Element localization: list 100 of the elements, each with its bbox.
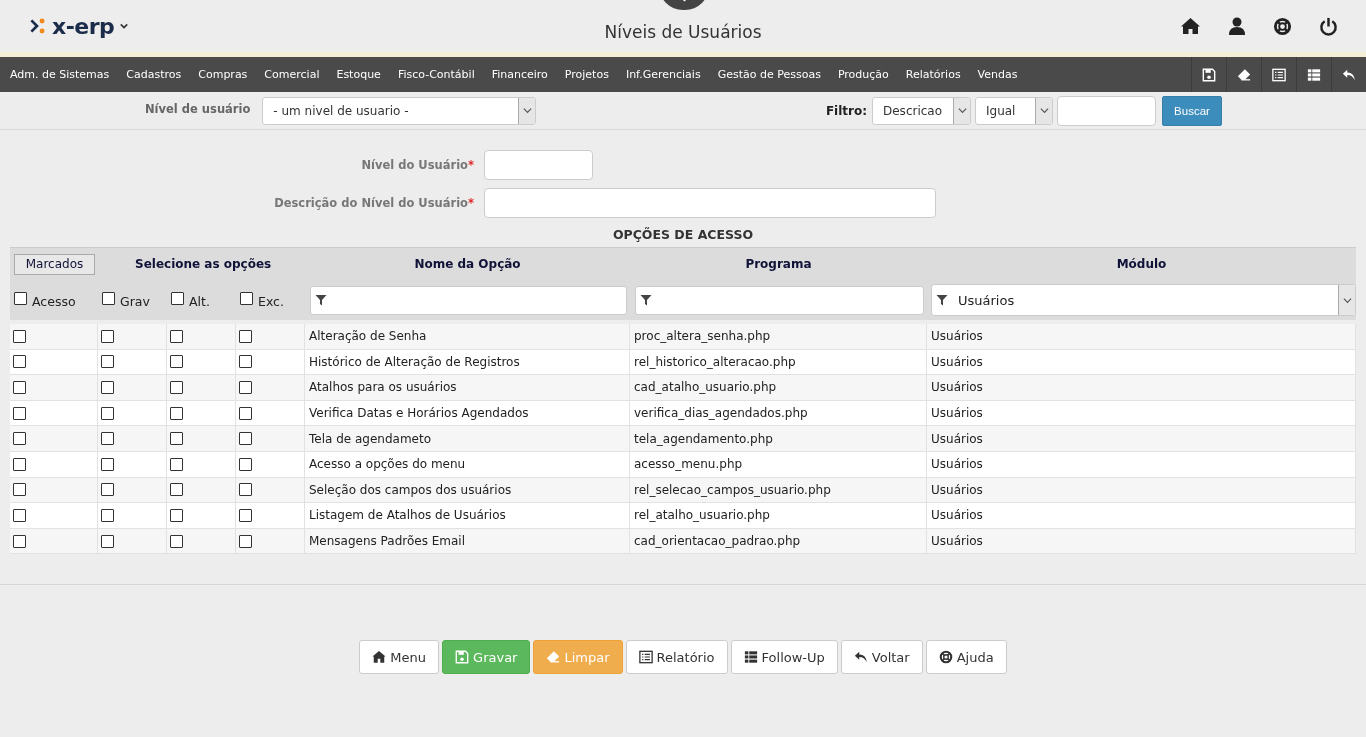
checkbox[interactable] (170, 355, 183, 369)
checkbox[interactable] (239, 534, 252, 548)
follow-up-button[interactable]: Follow-Up (730, 640, 838, 675)
operator-select[interactable]: Igual (975, 96, 1053, 125)
table-icon (1307, 67, 1321, 82)
checkbox[interactable] (101, 457, 114, 471)
checkbox[interactable] (239, 406, 252, 420)
home-icon[interactable] (1180, 17, 1201, 35)
checkbox[interactable] (101, 508, 114, 522)
field-select[interactable]: Descricao (872, 96, 971, 125)
checkbox[interactable] (170, 406, 183, 420)
menu-item[interactable]: Produção (829, 68, 898, 81)
table-cell: Listagem de Atalhos de Usuários (305, 503, 630, 528)
checkbox-label: Acesso (32, 293, 76, 309)
checkbox[interactable] (13, 329, 26, 343)
checkbox[interactable] (14, 291, 27, 305)
checkbox[interactable] (239, 457, 252, 471)
menu-item[interactable]: Relatórios (897, 68, 970, 81)
table-cell: Usuários (927, 451, 1356, 477)
eraser-icon (1237, 67, 1251, 82)
level-select[interactable]: - um nivel de usuario - (262, 96, 537, 125)
checkbox[interactable] (239, 483, 252, 497)
user-icon[interactable] (1228, 17, 1246, 35)
section-title: OPÇÕES DE ACESSO (612, 227, 754, 242)
checkbox[interactable] (170, 432, 183, 446)
checkbox[interactable] (13, 457, 26, 471)
menu-item[interactable]: Inf.Gerenciais (617, 68, 710, 81)
table-cell: rel_historico_alteracao.php (630, 349, 927, 375)
checkbox-label: Grav (120, 293, 150, 309)
checkbox[interactable] (101, 329, 114, 343)
checkbox[interactable] (239, 432, 252, 446)
checkbox[interactable] (239, 381, 252, 394)
checkbox[interactable] (240, 291, 253, 305)
column-header: Nome da Opção (414, 257, 521, 271)
checkbox[interactable] (170, 508, 183, 522)
checkbox[interactable] (171, 291, 184, 305)
menu-item[interactable]: Vendas (969, 68, 1026, 81)
reply-arrow-icon (1342, 67, 1356, 82)
name-filter-field[interactable] (310, 285, 627, 315)
table-cell: Usuários (927, 349, 1356, 375)
table-cell: Usuários (927, 477, 1356, 503)
menu-item[interactable]: Financeiro (483, 68, 557, 81)
menu-item[interactable]: Projetos (556, 68, 618, 81)
power-icon[interactable] (1319, 16, 1338, 36)
table-cell: tela_agendamento.php (630, 426, 927, 451)
level-label: Nível de usuário (145, 101, 251, 116)
table-cell: Alteração de Senha (305, 324, 630, 349)
menu-item[interactable]: Cadastros (117, 68, 190, 81)
table-cell: cad_orientacao_padrao.php (630, 528, 927, 554)
back-button[interactable]: Voltar (840, 640, 923, 675)
checkbox[interactable] (170, 381, 183, 394)
level-label: Nível do Usuário* (360, 158, 475, 172)
checkbox[interactable] (101, 406, 114, 420)
checkbox[interactable] (13, 406, 26, 420)
program-filter-field[interactable] (635, 285, 924, 315)
menu-button[interactable]: Menu (359, 640, 440, 675)
checkbox[interactable] (239, 329, 252, 343)
module-filter-select[interactable]: Usuários (931, 284, 1356, 316)
checkbox[interactable] (13, 381, 26, 394)
search-field[interactable] (1057, 95, 1156, 126)
help-button[interactable]: Ajuda (925, 640, 1007, 675)
menu-item[interactable]: Gestão de Pessoas (709, 68, 830, 81)
checkbox[interactable] (170, 483, 183, 497)
checkbox[interactable] (13, 355, 26, 369)
table-cell: proc_altera_senha.php (630, 324, 927, 349)
menu-item[interactable]: Estoque (327, 68, 390, 81)
logo-text[interactable]: x-erp (52, 13, 115, 39)
checkbox[interactable] (13, 534, 26, 548)
table-cell: Seleção dos campos dos usuários (305, 477, 630, 503)
description-label: Descrição do Nível do Usuário* (273, 196, 475, 210)
checkbox[interactable] (239, 355, 252, 369)
lifebuoy-icon[interactable] (1273, 16, 1292, 36)
menu-item[interactable]: Compras (189, 68, 256, 81)
checkbox[interactable] (13, 483, 26, 497)
checkbox[interactable] (170, 457, 183, 471)
table-cell: Atalhos para os usuários (305, 375, 630, 400)
table-cell: cad_atalho_usuario.php (630, 375, 927, 400)
table-cell: Usuários (927, 375, 1356, 400)
checkbox[interactable] (13, 508, 26, 522)
checkbox[interactable] (239, 508, 252, 522)
column-header: Módulo (1116, 257, 1167, 271)
checkbox[interactable] (102, 291, 115, 305)
checkbox[interactable] (101, 534, 114, 548)
level-input[interactable] (484, 150, 593, 180)
checkbox[interactable] (101, 483, 114, 497)
checkbox[interactable] (170, 534, 183, 548)
marked-button[interactable]: Marcados (14, 253, 95, 275)
checkbox[interactable] (101, 355, 114, 369)
menu-item[interactable]: Adm. de Sistemas (0, 68, 118, 81)
report-button[interactable]: Relatório (625, 640, 728, 675)
search-button[interactable]: Buscar (1162, 95, 1222, 126)
table-cell: Verifica Datas e Horários Agendados (305, 400, 630, 426)
menu-item[interactable]: Comercial (255, 68, 328, 81)
menu-item[interactable]: Fisco-Contábil (389, 68, 484, 81)
reply-arrow-icon (853, 650, 868, 665)
description-input[interactable] (484, 188, 936, 218)
checkbox[interactable] (101, 432, 114, 446)
checkbox[interactable] (170, 329, 183, 343)
checkbox[interactable] (101, 381, 114, 394)
checkbox[interactable] (13, 432, 26, 446)
